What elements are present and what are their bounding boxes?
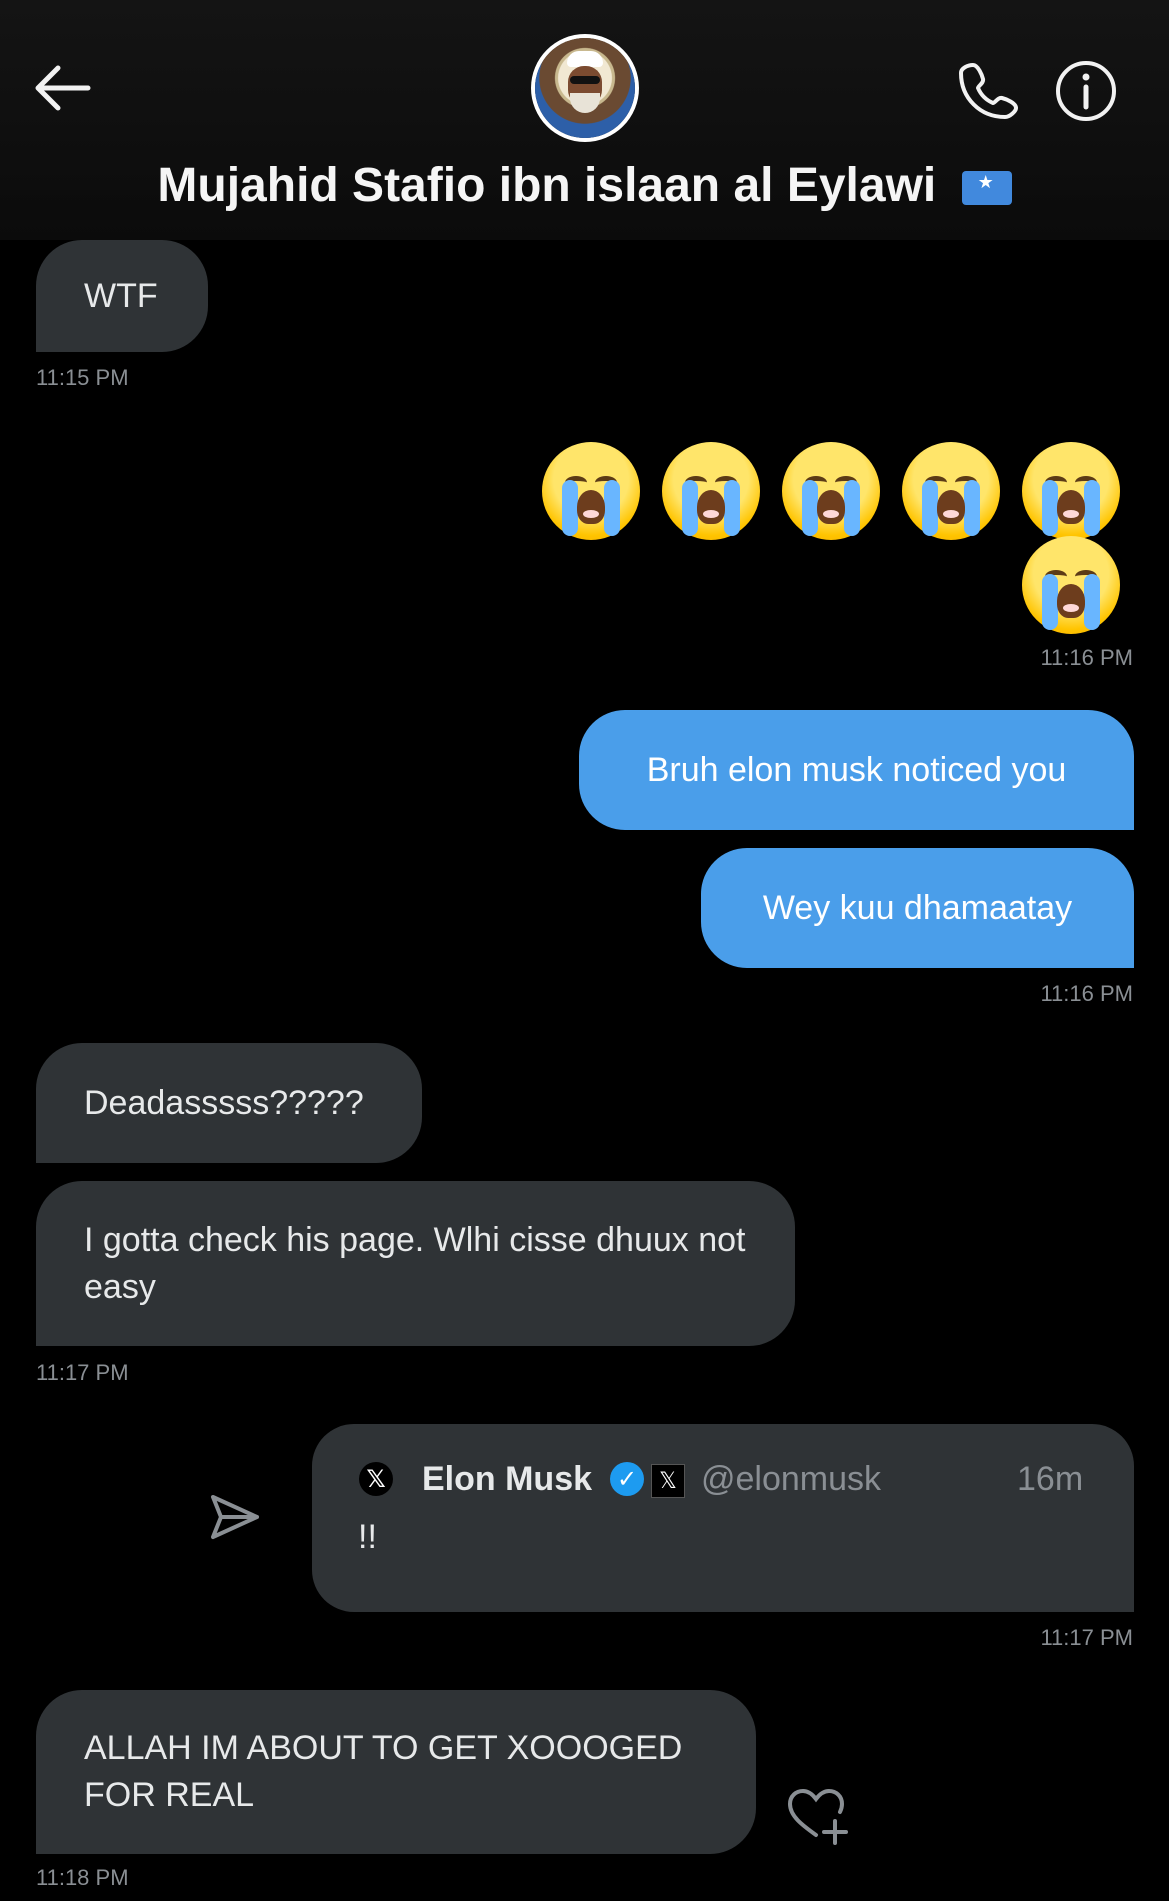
message-text: Wey kuu dhamaatay <box>762 888 1073 927</box>
loudly-crying-face-icon <box>902 442 1000 540</box>
message-bubble: Wey kuu dhamaatay <box>701 848 1134 968</box>
message-time: 11:16 PM <box>1040 645 1133 670</box>
message-time: 11:15 PM <box>36 365 129 390</box>
phone-icon[interactable] <box>958 58 1020 120</box>
loudly-crying-face-icon <box>1022 442 1120 540</box>
post-author: Elon Musk <box>422 1460 593 1498</box>
flag-icon <box>961 171 1012 206</box>
back-arrow-icon[interactable] <box>30 62 92 114</box>
loudly-crying-face-icon <box>662 442 760 540</box>
message-bubble: WTF <box>36 240 208 352</box>
loudly-crying-face-icon <box>542 442 640 540</box>
loudly-crying-face-icon <box>782 442 880 540</box>
x-badge-icon: 𝕏 <box>651 1464 685 1498</box>
message-bubble: I gotta check his page. Wlhi cisse dhuux… <box>36 1181 795 1346</box>
message-text: I gotta check his page. Wlhi cisse dhuux… <box>84 1220 746 1306</box>
post-age: 16m <box>1017 1460 1084 1498</box>
x-logo-icon: 𝕏 <box>359 1462 393 1496</box>
post-body: !! <box>358 1518 377 1556</box>
contact-name: Mujahid Stafio ibn islaan al Eylawi <box>157 159 937 212</box>
info-icon[interactable] <box>1053 58 1119 124</box>
add-reaction-icon[interactable] <box>784 1786 848 1846</box>
message-bubble: ALLAH IM ABOUT TO GET XOOOGED FOR REAL <box>36 1690 756 1854</box>
message-time: 11:18 PM <box>36 1865 129 1890</box>
verified-badge-icon: ✓ <box>610 1462 644 1496</box>
share-icon[interactable] <box>208 1490 262 1544</box>
message-text: Bruh elon musk noticed you <box>646 750 1067 789</box>
avatar[interactable] <box>535 38 635 138</box>
message-text: Deadasssss????? <box>84 1083 364 1122</box>
chat-header: Mujahid Stafio ibn islaan al Eylawi <box>0 0 1169 240</box>
message-text: ALLAH IM ABOUT TO GET XOOOGED FOR REAL <box>84 1729 683 1814</box>
post-handle: @elonmusk <box>701 1460 882 1498</box>
quoted-post[interactable] <box>312 1424 1134 1612</box>
message-time: 11:16 PM <box>1040 981 1133 1006</box>
message-time: 11:17 PM <box>36 1360 129 1385</box>
message-time: 11:17 PM <box>1040 1625 1133 1650</box>
message-bubble: Deadasssss????? <box>36 1043 422 1163</box>
message-bubble: Bruh elon musk noticed you <box>579 710 1134 830</box>
message-text: WTF <box>84 276 158 315</box>
loudly-crying-face-icon <box>1022 536 1120 634</box>
page-title: Mujahid Stafio ibn islaan al Eylawi <box>0 158 1169 213</box>
